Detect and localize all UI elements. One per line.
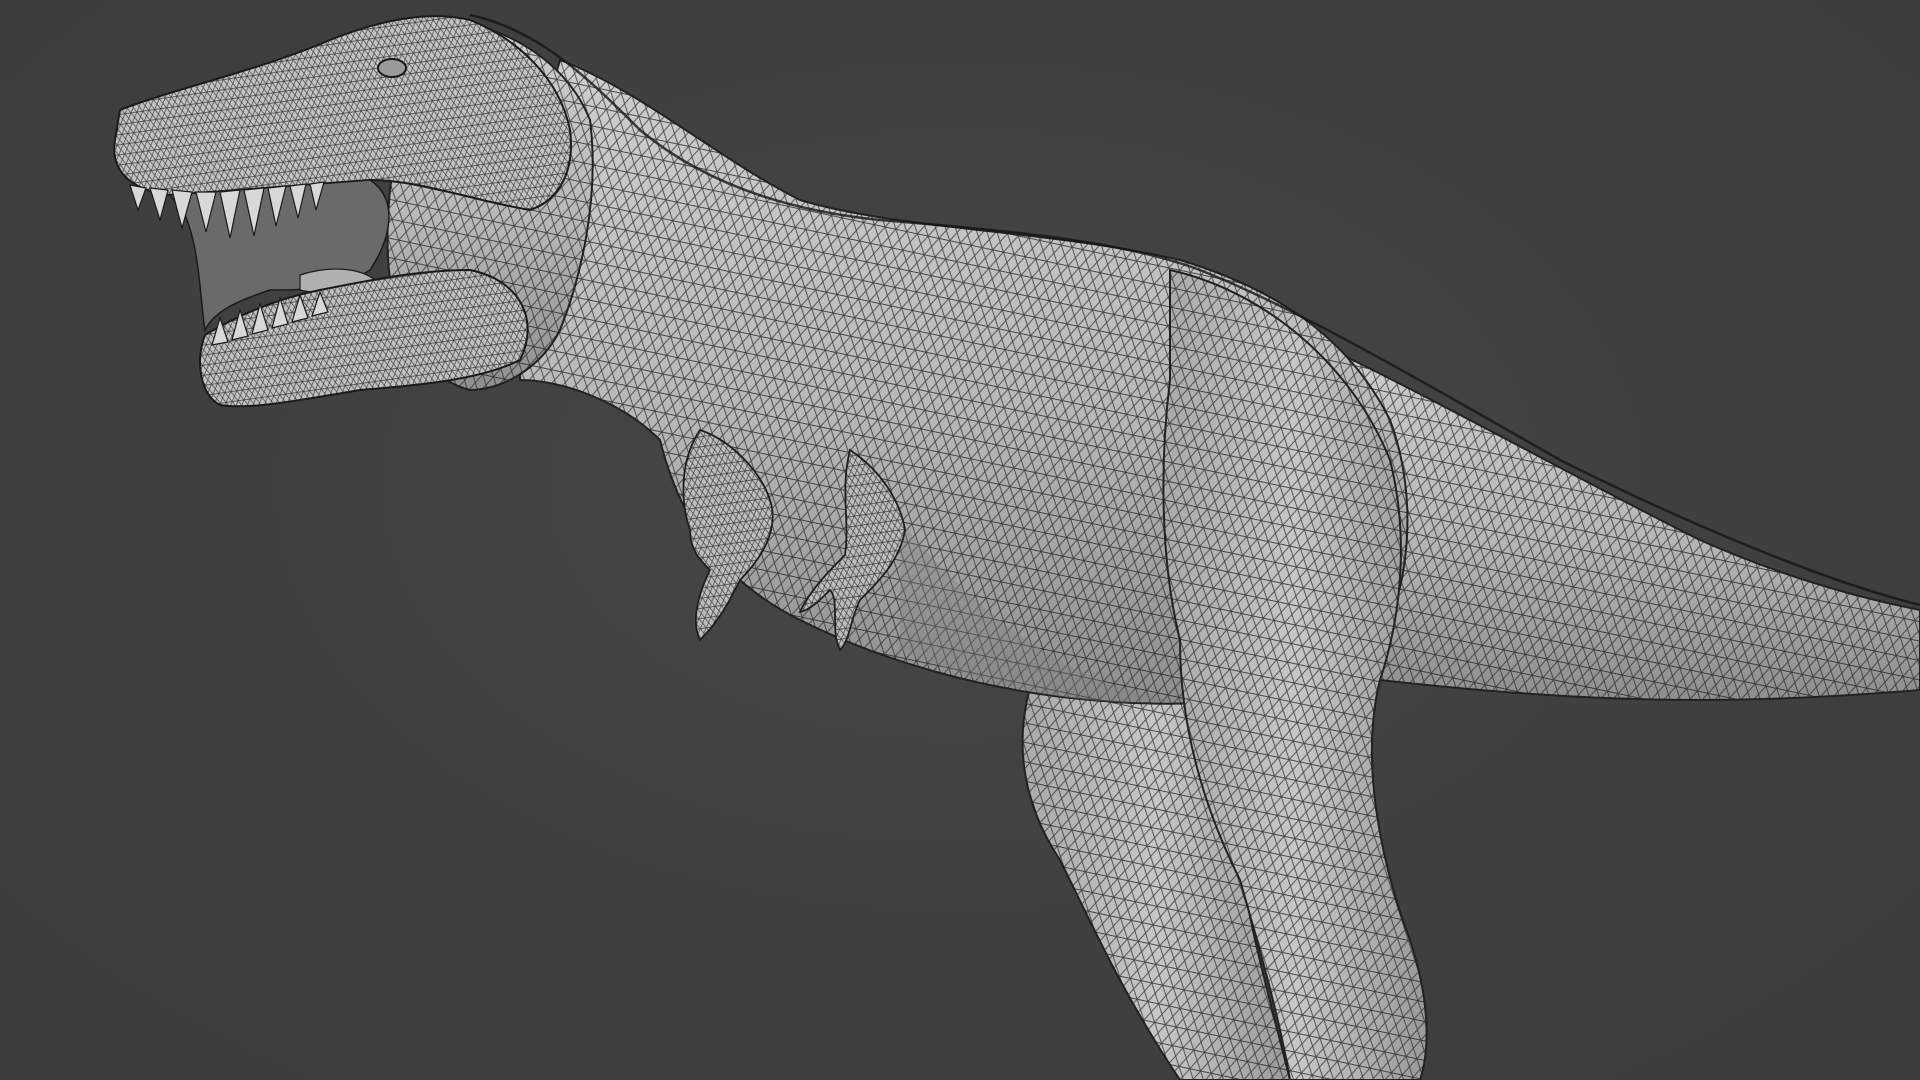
head-upper-jaw bbox=[113, 15, 572, 212]
eye bbox=[377, 58, 407, 78]
mesh-render bbox=[113, 13, 1920, 1080]
3d-viewport[interactable] bbox=[0, 0, 1920, 1080]
